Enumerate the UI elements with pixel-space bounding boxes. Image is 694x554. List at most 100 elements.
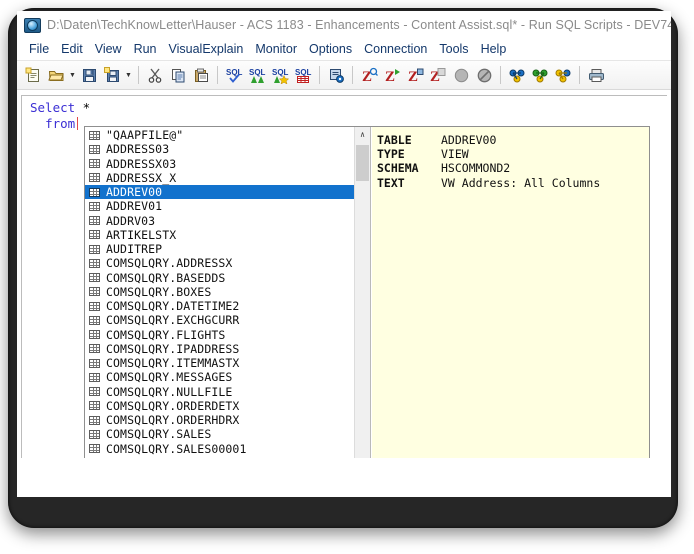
table-icon	[89, 401, 100, 411]
title-bar: D:\Daten\TechKnowLetter\Hauser - ACS 118…	[17, 11, 671, 38]
list-item[interactable]: COMSQLQRY.BOXES	[85, 285, 354, 299]
list-item[interactable]: COMSQLQRY.FLIGHTS	[85, 328, 354, 342]
visual-explain-only-icon[interactable]: Z	[404, 64, 426, 86]
list-item[interactable]: COMSQLQRY.NULLFILE	[85, 385, 354, 399]
detail-key: SCHEMA	[377, 161, 419, 176]
detail-key: TEXT	[377, 175, 405, 190]
list-item-label: COMSQLQRY.FLIGHTS	[106, 327, 226, 342]
list-item[interactable]: COMSQLQRY.SALES00002	[85, 456, 354, 458]
list-item[interactable]: COMSQLQRY.SALES00001	[85, 442, 354, 456]
sql-run-all-icon[interactable]: SQL	[246, 64, 268, 86]
table-icon	[89, 387, 100, 397]
visual-explain-icon[interactable]: Z	[358, 64, 380, 86]
list-item-label: AUDITREP	[106, 242, 163, 257]
sql-run-selected-icon[interactable]: SQL	[269, 64, 291, 86]
content-assist-list[interactable]: "QAAPFILE@" ADDRESS03 ADDRESSX03 ADDRESS…	[85, 127, 354, 458]
cancel-icon[interactable]	[450, 64, 472, 86]
svg-text:SQL: SQL	[226, 68, 243, 77]
list-item-label: COMSQLQRY.MESSAGES	[106, 370, 233, 385]
joblog-icon[interactable]	[506, 64, 528, 86]
menu-item-view[interactable]: View	[89, 41, 128, 57]
table-icon	[89, 330, 100, 340]
content-assist-list-pane: "QAAPFILE@" ADDRESS03 ADDRESSX03 ADDRESS…	[85, 127, 371, 458]
list-item[interactable]: AUDITREP	[85, 242, 354, 256]
content-assist-popup[interactable]: "QAAPFILE@" ADDRESS03 ADDRESSX03 ADDRESS…	[84, 126, 650, 458]
list-item-label: ADDRV03	[106, 213, 156, 228]
no-entry-icon[interactable]	[473, 64, 495, 86]
save-icon[interactable]	[78, 64, 100, 86]
table-icon	[89, 144, 100, 154]
sql-keyword-from: from	[45, 116, 76, 131]
table-icon	[89, 159, 100, 169]
sql-check-icon[interactable]: SQL	[223, 64, 245, 86]
menu-item-help[interactable]: Help	[475, 41, 513, 57]
joblog-run-icon[interactable]	[529, 64, 551, 86]
list-item[interactable]: COMSQLQRY.MESSAGES	[85, 370, 354, 384]
table-icon	[89, 358, 100, 368]
open-dropdown-icon[interactable]: ▼	[68, 64, 77, 86]
list-item[interactable]: ADDRESSX_X	[85, 171, 354, 185]
list-item-label: COMSQLQRY.SALES00002	[106, 456, 246, 458]
toolbar-separator	[352, 66, 353, 84]
joblog-alt-icon[interactable]	[552, 64, 574, 86]
menu-item-visualexplain[interactable]: VisualExplain	[163, 41, 250, 57]
list-item[interactable]: "QAAPFILE@"	[85, 128, 354, 142]
screenshot-root: D:\Daten\TechKnowLetter\Hauser - ACS 118…	[0, 0, 694, 554]
menu-item-edit[interactable]: Edit	[55, 41, 89, 57]
menu-item-file[interactable]: File	[23, 41, 55, 57]
list-item[interactable]: ADDRESSX03	[85, 157, 354, 171]
menu-item-tools[interactable]: Tools	[433, 41, 474, 57]
menu-item-connection[interactable]: Connection	[358, 41, 433, 57]
toolbar-separator	[579, 66, 580, 84]
list-item-label: COMSQLQRY.ORDERDETX	[106, 398, 240, 413]
visual-explain-run-icon[interactable]: Z	[381, 64, 403, 86]
print-icon[interactable]	[585, 64, 607, 86]
run-sql-scripts-icon	[23, 16, 41, 33]
list-item[interactable]: COMSQLQRY.SALES	[85, 427, 354, 441]
copy-icon[interactable]	[167, 64, 189, 86]
list-item[interactable]: COMSQLQRY.ADDRESSX	[85, 256, 354, 270]
list-item-selected[interactable]: ADDREV00	[85, 185, 354, 200]
list-item[interactable]: COMSQLQRY.ITEMMASTX	[85, 356, 354, 370]
list-item[interactable]: COMSQLQRY.ORDERDETX	[85, 399, 354, 413]
toolbar-separator	[319, 66, 320, 84]
list-item[interactable]: COMSQLQRY.ORDERHDRX	[85, 413, 354, 427]
list-item[interactable]: ADDRESS03	[85, 142, 354, 156]
save-as-icon[interactable]	[101, 64, 123, 86]
menu-item-monitor[interactable]: Monitor	[249, 41, 303, 57]
toolbar-separator	[138, 66, 139, 84]
detail-row: TYPE VIEW	[377, 147, 649, 161]
detail-key: TABLE	[377, 133, 412, 147]
svg-text:Z: Z	[385, 69, 395, 84]
cut-icon[interactable]	[144, 64, 166, 86]
table-icon	[89, 258, 100, 268]
list-item[interactable]: COMSQLQRY.DATETIME2	[85, 299, 354, 313]
scrollbar-track[interactable]	[355, 143, 370, 458]
paste-icon[interactable]	[190, 64, 212, 86]
list-item[interactable]: COMSQLQRY.IPADDRESS	[85, 342, 354, 356]
sql-run-grid-icon[interactable]: SQL	[292, 64, 314, 86]
sql-editor[interactable]: Select * from "QAAPFILE@" ADDRESS03 ADDR…	[21, 95, 667, 458]
open-icon[interactable]	[45, 64, 67, 86]
content-assist-scrollbar[interactable]: ∧ ∨	[354, 127, 370, 458]
scrollbar-thumb[interactable]	[356, 145, 369, 181]
sql-prompt-icon[interactable]	[325, 64, 347, 86]
menu-item-run[interactable]: Run	[128, 41, 163, 57]
save-dropdown-icon[interactable]: ▼	[124, 64, 133, 86]
new-icon[interactable]	[22, 64, 44, 86]
menu-item-options[interactable]: Options	[303, 41, 358, 57]
list-item[interactable]: COMSQLQRY.BASEDDS	[85, 271, 354, 285]
scroll-up-icon[interactable]: ∧	[355, 127, 370, 143]
code-line-1: Select *	[30, 100, 667, 116]
list-item[interactable]: ADDRV03	[85, 214, 354, 228]
run-sql-scripts-window: D:\Daten\TechKnowLetter\Hauser - ACS 118…	[17, 11, 671, 497]
list-item-label: ADDRESSX_X	[106, 170, 177, 185]
list-item[interactable]: COMSQLQRY.EXCHGCURR	[85, 313, 354, 327]
detail-row: TEXT VW Address: All Columns	[377, 176, 649, 190]
list-item[interactable]: ARTIKELSTX	[85, 228, 354, 242]
svg-text:SQL: SQL	[295, 68, 312, 77]
svg-text:SQL: SQL	[272, 68, 289, 77]
stop-icon[interactable]: Z	[427, 64, 449, 86]
window-title: D:\Daten\TechKnowLetter\Hauser - ACS 118…	[47, 17, 671, 32]
list-item[interactable]: ADDREV01	[85, 199, 354, 213]
